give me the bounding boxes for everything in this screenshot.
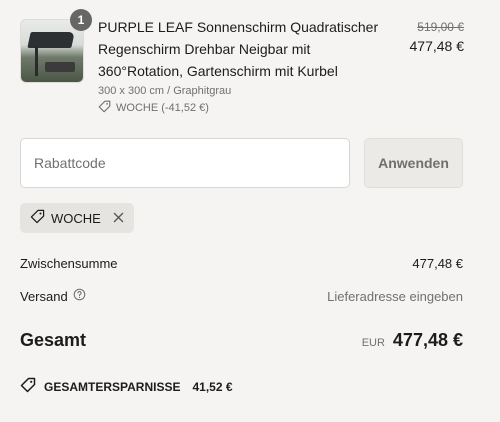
tag-icon: [98, 100, 111, 116]
shipping-value: Lieferadresse eingeben: [327, 288, 463, 304]
close-icon[interactable]: [113, 211, 124, 226]
total-value-group: EUR 477,48 €: [362, 330, 463, 351]
garden-table-shape: [45, 62, 75, 72]
product-discount-label: WOCHE (-41,52 €): [116, 102, 209, 114]
applied-discount-chip: WOCHE: [20, 203, 134, 233]
product-title: PURPLE LEAF Sonnenschirm Quadratischer R…: [98, 19, 379, 79]
discount-code-field[interactable]: [20, 138, 350, 188]
savings-value: 41,52 €: [192, 379, 233, 394]
apply-discount-button[interactable]: Anwenden: [364, 138, 463, 188]
tag-icon: [30, 209, 45, 227]
applied-discount-code: WOCHE: [51, 210, 101, 226]
umbrella-pole: [35, 46, 38, 76]
order-summary: 1 PURPLE LEAF Sonnenschirm Quadratischer…: [0, 0, 500, 422]
original-price: 519,00 €: [417, 20, 464, 34]
total-savings: GESAMTERSPARNISSE 41,52 €: [20, 377, 233, 396]
total-row: Gesamt EUR 477,48 €: [20, 330, 463, 351]
subtotal-row: Zwischensumme 477,48 €: [20, 256, 463, 271]
subtotal-label: Zwischensumme: [20, 256, 118, 271]
total-label: Gesamt: [20, 330, 87, 350]
discount-code-input[interactable]: [21, 139, 349, 187]
product-discount: WOCHE (-41,52 €): [98, 100, 388, 116]
shipping-row: Versand Lieferadresse eingeben: [20, 288, 463, 304]
product-variant: 300 x 300 cm / Graphitgrau: [98, 85, 232, 97]
total-amount: 477,48 €: [392, 330, 463, 350]
product-prices: 519,00 € 477,48 €: [410, 18, 465, 56]
final-price: 477,48 €: [409, 38, 465, 54]
savings-label: GESAMTERSPARNISSE: [44, 379, 181, 394]
shipping-label: Versand: [20, 288, 68, 304]
quantity-badge: 1: [70, 9, 92, 31]
subtotal-value: 477,48 €: [412, 256, 463, 271]
shipping-label-group: Versand: [20, 288, 86, 304]
tag-icon: [20, 377, 36, 396]
help-icon[interactable]: [73, 288, 86, 304]
product-info: PURPLE LEAF Sonnenschirm Quadratischer R…: [98, 16, 388, 116]
total-currency: EUR: [361, 337, 385, 349]
remove-discount-button[interactable]: [113, 211, 124, 226]
